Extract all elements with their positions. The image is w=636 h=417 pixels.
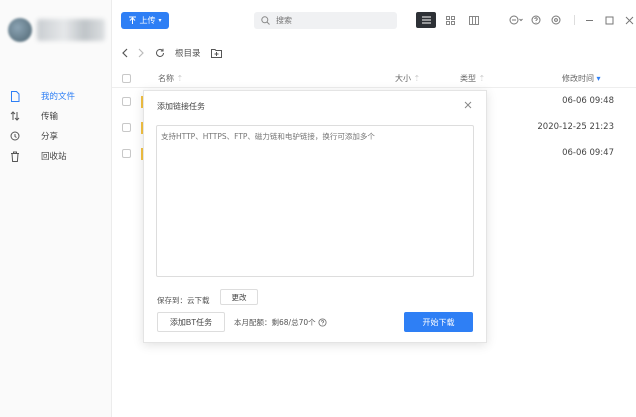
sort-desc-icon: ▾ bbox=[596, 74, 601, 83]
sort-icon: ⇡ bbox=[413, 74, 421, 83]
file-table-header: 名称 ⇡ 大小 ⇡ 类型 ⇡ 修改时间 ▾ bbox=[112, 70, 636, 88]
chevron-down-icon: ▾ bbox=[158, 17, 162, 24]
back-button[interactable] bbox=[121, 48, 128, 58]
list-view-icon bbox=[421, 16, 431, 24]
add-link-task-dialog: 添加链接任务 保存到：云下载 更改 添加BT任务 本月配额：剩68/总70个 开… bbox=[143, 90, 487, 343]
start-download-button[interactable]: 开始下载 bbox=[404, 312, 473, 332]
column-header-size[interactable]: 大小 ⇡ bbox=[395, 73, 420, 84]
row-modified-time: 06-06 09:47 bbox=[562, 148, 614, 158]
refresh-icon bbox=[156, 48, 164, 57]
breadcrumb: 根目录 bbox=[121, 47, 232, 59]
row-checkbox[interactable] bbox=[122, 123, 131, 132]
search-box[interactable] bbox=[254, 12, 397, 29]
transfer-icon bbox=[9, 110, 21, 122]
sidebar-item-share[interactable]: 分享 bbox=[0, 126, 111, 146]
quota-label: 本月配额：剩68/总70个 bbox=[234, 318, 316, 327]
row-modified-time: 06-06 09:48 bbox=[562, 96, 614, 106]
row-checkbox[interactable] bbox=[122, 149, 131, 158]
upload-label: 上传 bbox=[139, 16, 156, 25]
help-icon bbox=[531, 15, 541, 25]
help-button[interactable] bbox=[528, 12, 544, 28]
save-location-label: 保存到：云下载 bbox=[157, 296, 210, 305]
gear-icon bbox=[551, 15, 561, 25]
sidebar: 我的文件 传输 分享 回收站 bbox=[0, 0, 112, 417]
chevron-left-icon bbox=[122, 48, 128, 58]
column-header-name[interactable]: 名称 ⇡ bbox=[158, 73, 183, 84]
column-view-icon bbox=[469, 15, 479, 25]
trash-icon bbox=[9, 150, 21, 162]
sidebar-item-label: 传输 bbox=[41, 112, 59, 122]
dialog-title: 添加链接任务 bbox=[157, 102, 205, 111]
settings-button[interactable] bbox=[548, 12, 564, 28]
upload-button[interactable]: 上传 ▾ bbox=[121, 12, 169, 29]
link-input[interactable] bbox=[156, 125, 474, 277]
new-folder-button[interactable] bbox=[210, 48, 222, 58]
account-name-blurred bbox=[37, 19, 105, 41]
window-controls bbox=[508, 12, 636, 28]
sidebar-item-label: 我的文件 bbox=[41, 92, 76, 102]
more-menu-button[interactable] bbox=[508, 12, 524, 28]
sidebar-item-label: 分享 bbox=[41, 132, 59, 142]
dialog-close-button[interactable] bbox=[464, 99, 472, 112]
column-header-label: 类型 bbox=[460, 74, 476, 83]
column-header-modified[interactable]: 修改时间 ▾ bbox=[562, 73, 601, 84]
refresh-button[interactable] bbox=[155, 48, 165, 58]
sidebar-nav: 我的文件 传输 分享 回收站 bbox=[0, 86, 111, 166]
avatar[interactable] bbox=[8, 18, 32, 42]
file-icon bbox=[9, 90, 21, 102]
column-header-type[interactable]: 类型 ⇡ bbox=[460, 73, 485, 84]
monthly-quota: 本月配额：剩68/总70个 bbox=[234, 317, 327, 328]
add-bt-task-button[interactable]: 添加BT任务 bbox=[157, 312, 225, 332]
share-icon bbox=[9, 130, 21, 142]
forward-button[interactable] bbox=[138, 48, 145, 58]
maximize-button[interactable] bbox=[601, 12, 617, 28]
column-header-label: 名称 bbox=[158, 74, 174, 83]
grid-view-button[interactable] bbox=[440, 12, 460, 28]
upload-icon bbox=[129, 16, 137, 24]
close-button[interactable] bbox=[621, 12, 636, 28]
sidebar-item-label: 回收站 bbox=[41, 152, 67, 162]
minimize-button[interactable] bbox=[581, 12, 597, 28]
column-view-button[interactable] bbox=[464, 12, 484, 28]
search-input[interactable] bbox=[276, 16, 386, 25]
minimize-icon bbox=[585, 19, 593, 21]
close-icon bbox=[625, 16, 633, 24]
column-header-label: 大小 bbox=[395, 74, 411, 83]
sort-icon: ⇡ bbox=[478, 74, 486, 83]
search-icon bbox=[261, 16, 270, 25]
sort-icon: ⇡ bbox=[176, 74, 184, 83]
maximize-icon bbox=[605, 16, 613, 24]
breadcrumb-root[interactable]: 根目录 bbox=[175, 47, 201, 59]
help-icon[interactable] bbox=[318, 318, 327, 327]
sidebar-item-transfer[interactable]: 传输 bbox=[0, 106, 111, 126]
column-header-label: 修改时间 bbox=[562, 74, 594, 83]
select-all-checkbox[interactable] bbox=[122, 74, 131, 83]
change-location-button[interactable]: 更改 bbox=[220, 289, 258, 305]
list-view-button[interactable] bbox=[416, 12, 436, 28]
close-icon bbox=[464, 101, 472, 109]
view-switcher bbox=[416, 12, 488, 28]
row-checkbox[interactable] bbox=[122, 97, 131, 106]
window-controls-divider bbox=[574, 15, 575, 25]
sidebar-item-my-files[interactable]: 我的文件 bbox=[0, 86, 111, 106]
more-menu-icon bbox=[509, 15, 523, 25]
row-modified-time: 2020-12-25 21:23 bbox=[537, 122, 614, 132]
account-info[interactable] bbox=[8, 18, 105, 42]
grid-view-icon bbox=[445, 15, 455, 25]
chevron-right-icon bbox=[138, 48, 144, 58]
new-folder-icon bbox=[210, 49, 222, 58]
sidebar-item-trash[interactable]: 回收站 bbox=[0, 146, 111, 166]
